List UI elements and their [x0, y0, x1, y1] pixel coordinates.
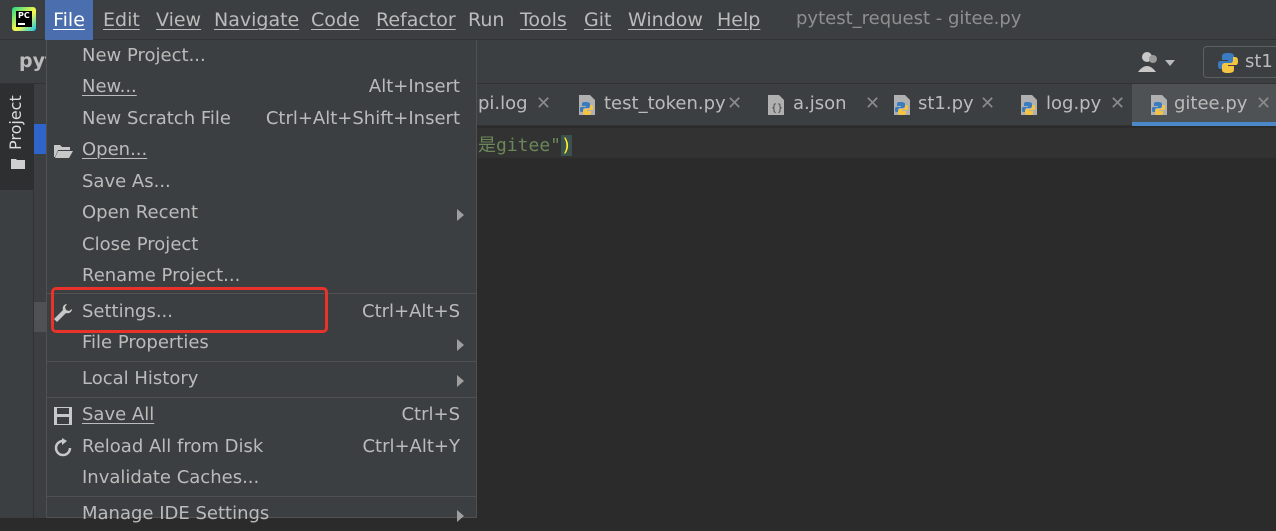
menu-item-invalidate-caches[interactable]: Invalidate Caches...: [47, 463, 476, 495]
editor-tab-bar: pi.log ✕ test_token.py ✕ {} a.json ✕ st1…: [476, 84, 1276, 126]
python-file-icon: [579, 95, 595, 115]
menu-item-reload-all[interactable]: Reload All from Disk Ctrl+Alt+Y: [47, 432, 476, 464]
menu-navigate[interactable]: Navigate: [214, 0, 299, 40]
menu-window[interactable]: Window: [628, 0, 703, 40]
reload-icon: [54, 438, 72, 457]
tab-st1-py[interactable]: st1.py ✕: [882, 84, 1002, 126]
menu-refactor[interactable]: Refactor: [376, 0, 456, 40]
menu-bar: PC File Edit View Navigate Code Refactor…: [0, 0, 1276, 40]
project-tab-label: Project: [6, 95, 25, 150]
menu-item-manage-ide-settings[interactable]: Manage IDE Settings: [47, 499, 476, 531]
menu-item-save-as[interactable]: Save As...: [47, 167, 476, 199]
menu-item-open-recent[interactable]: Open Recent: [47, 198, 476, 230]
tab-a-json[interactable]: {} a.json ✕: [756, 84, 880, 126]
menu-run[interactable]: Run: [468, 0, 504, 40]
project-tree-selection: [34, 124, 46, 154]
file-menu-dropdown: New Project... New... Alt+Insert New Scr…: [46, 40, 477, 524]
menu-item-close-project[interactable]: Close Project: [47, 230, 476, 262]
submenu-arrow-icon: [457, 209, 464, 221]
menu-git[interactable]: Git: [584, 0, 611, 40]
python-icon: [1218, 53, 1238, 73]
menu-separator: [47, 496, 476, 497]
menu-item-local-history[interactable]: Local History: [47, 364, 476, 396]
python-file-icon: [894, 95, 910, 115]
close-icon[interactable]: ✕: [865, 93, 880, 114]
close-icon[interactable]: ✕: [1256, 93, 1271, 114]
run-config-label: st1: [1245, 51, 1273, 72]
menu-help[interactable]: Help: [717, 0, 760, 40]
run-configuration-selector[interactable]: st1: [1203, 46, 1276, 78]
project-tree-hover: [34, 302, 46, 332]
save-icon: [54, 407, 72, 425]
menu-item-new-project[interactable]: New Project...: [47, 41, 476, 73]
tab-pi-log[interactable]: pi.log ✕: [476, 84, 566, 126]
code-line[interactable]: 是gitee"): [478, 131, 572, 157]
folder-icon: [11, 159, 25, 169]
menu-separator: [47, 361, 476, 362]
menu-item-new-scratch-file[interactable]: New Scratch File Ctrl+Alt+Shift+Insert: [47, 104, 476, 136]
menu-item-save-all[interactable]: Save All Ctrl+S: [47, 400, 476, 432]
menu-tools[interactable]: Tools: [520, 0, 567, 40]
python-file-icon: [1151, 95, 1167, 115]
folder-open-icon: [54, 145, 73, 158]
submenu-arrow-icon: [457, 375, 464, 387]
submenu-arrow-icon: [457, 510, 464, 522]
menu-view[interactable]: View: [156, 0, 201, 40]
tab-gitee-py[interactable]: gitee.py ✕: [1132, 84, 1276, 126]
current-line-highlight: [476, 128, 1276, 158]
menu-item-new[interactable]: New... Alt+Insert: [47, 72, 476, 104]
annotation-highlight-box: [51, 287, 328, 333]
user-account-icon[interactable]: [1138, 50, 1178, 74]
tab-test-token-py[interactable]: test_token.py ✕: [568, 84, 748, 126]
close-icon[interactable]: ✕: [1110, 93, 1125, 114]
json-file-icon: {}: [768, 95, 784, 115]
close-icon[interactable]: ✕: [727, 93, 742, 114]
submenu-arrow-icon: [457, 339, 464, 351]
menu-item-open[interactable]: Open...: [47, 135, 476, 167]
python-file-icon: [1021, 95, 1037, 115]
tab-log-py[interactable]: log.py ✕: [1010, 84, 1132, 126]
code-editor[interactable]: [476, 126, 1276, 518]
close-icon[interactable]: ✕: [980, 93, 995, 114]
svg-text:{}: {}: [771, 103, 783, 114]
menu-code[interactable]: Code: [311, 0, 360, 40]
pycharm-logo-icon: PC: [12, 7, 36, 31]
menu-file[interactable]: File: [45, 0, 93, 40]
menu-separator: [47, 397, 476, 398]
menu-edit[interactable]: Edit: [103, 0, 140, 40]
close-icon[interactable]: ✕: [536, 93, 551, 114]
window-title: pytest_request - gitee.py: [796, 8, 1022, 29]
